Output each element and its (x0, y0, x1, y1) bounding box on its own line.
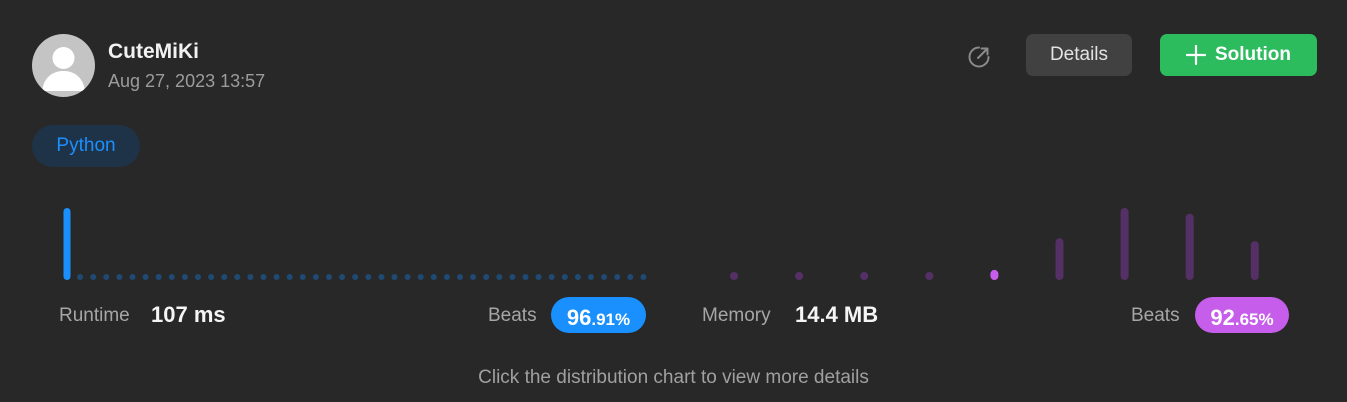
details-button[interactable]: Details (1026, 34, 1132, 76)
distribution-chart-svg[interactable] (55, 195, 1295, 287)
chart-hint-text: Click the distribution chart to view mor… (478, 367, 869, 388)
memory-bar[interactable] (1250, 241, 1259, 280)
runtime-bar[interactable] (378, 274, 385, 280)
memory-bar[interactable] (925, 272, 934, 280)
memory-bar[interactable] (990, 269, 999, 280)
add-solution-button[interactable]: Solution (1160, 34, 1317, 76)
runtime-bar[interactable] (561, 274, 568, 280)
runtime-bar[interactable] (627, 274, 634, 280)
runtime-bar[interactable] (299, 274, 306, 280)
runtime-beats-int: 96 (566, 305, 592, 330)
memory-bar[interactable] (1120, 208, 1129, 280)
runtime-bar[interactable] (273, 274, 280, 280)
runtime-bar[interactable] (417, 274, 424, 280)
runtime-bar[interactable] (430, 274, 437, 280)
runtime-bar[interactable] (509, 274, 516, 280)
runtime-bar[interactable] (116, 274, 123, 280)
runtime-bar[interactable] (286, 274, 293, 280)
runtime-bar[interactable] (339, 274, 346, 280)
runtime-beats-label: Beats (488, 305, 537, 326)
memory-value: 14.4 MB (795, 302, 879, 327)
runtime-bar[interactable] (535, 274, 542, 280)
runtime-bar[interactable] (614, 274, 621, 280)
runtime-bar[interactable] (221, 274, 228, 280)
runtime-bar[interactable] (326, 274, 332, 280)
memory-bar[interactable] (860, 272, 869, 280)
runtime-bar[interactable] (312, 274, 319, 280)
runtime-bar[interactable] (352, 274, 359, 280)
runtime-bar[interactable] (365, 274, 372, 280)
runtime-bar[interactable] (640, 274, 647, 280)
runtime-value: 107 ms (151, 302, 226, 327)
runtime-bar[interactable] (155, 274, 162, 280)
user-silhouette-icon (42, 47, 85, 91)
runtime-bar[interactable] (234, 274, 241, 280)
runtime-bar[interactable] (142, 274, 149, 280)
memory-label: Memory (702, 305, 771, 326)
runtime-bar[interactable] (181, 274, 188, 280)
runtime-bar[interactable] (129, 274, 136, 280)
runtime-bar[interactable] (470, 274, 477, 280)
runtime-bar[interactable] (457, 274, 463, 280)
runtime-bar[interactable] (195, 274, 201, 280)
share-icon (968, 46, 990, 68)
memory-bar[interactable] (1055, 238, 1064, 280)
username[interactable]: CuteMiKi (108, 40, 199, 64)
memory-beats-dec: .65% (1234, 310, 1274, 329)
runtime-beats-dec: .91% (591, 310, 631, 329)
runtime-bar[interactable] (77, 274, 84, 280)
solution-label: Solution (1215, 44, 1291, 65)
runtime-label: Runtime (59, 305, 130, 326)
memory-bar[interactable] (1185, 213, 1194, 280)
runtime-bar[interactable] (103, 274, 110, 280)
distribution-chart[interactable] (55, 195, 1295, 287)
runtime-bar[interactable] (483, 274, 490, 280)
avatar[interactable] (32, 34, 95, 97)
runtime-bar[interactable] (496, 274, 503, 280)
runtime-bar[interactable] (601, 274, 608, 280)
runtime-bar[interactable] (548, 274, 555, 280)
submission-timestamp: Aug 27, 2023 13:57 (108, 71, 266, 91)
memory-beats-label: Beats (1131, 305, 1180, 326)
runtime-bar[interactable] (208, 274, 215, 280)
runtime-bar[interactable] (260, 274, 267, 280)
runtime-bar[interactable] (391, 274, 398, 280)
language-tag[interactable]: Python (32, 125, 140, 167)
memory-beats-int: 92 (1210, 305, 1235, 330)
memory-bar[interactable] (730, 272, 738, 280)
runtime-bar[interactable] (90, 274, 97, 280)
runtime-bar[interactable] (247, 274, 254, 280)
share-button[interactable] (965, 43, 993, 71)
runtime-bar[interactable] (443, 274, 450, 280)
runtime-bar[interactable] (63, 208, 71, 280)
runtime-bar[interactable] (574, 274, 581, 280)
runtime-beats-badge: 96.91% (551, 297, 646, 333)
memory-bar[interactable] (795, 272, 804, 280)
runtime-bar[interactable] (522, 274, 529, 280)
runtime-bar[interactable] (404, 274, 411, 280)
runtime-bar[interactable] (168, 274, 175, 280)
memory-beats-badge: 92.65% (1195, 297, 1289, 333)
runtime-bar[interactable] (588, 274, 594, 280)
plus-icon (1186, 45, 1206, 65)
